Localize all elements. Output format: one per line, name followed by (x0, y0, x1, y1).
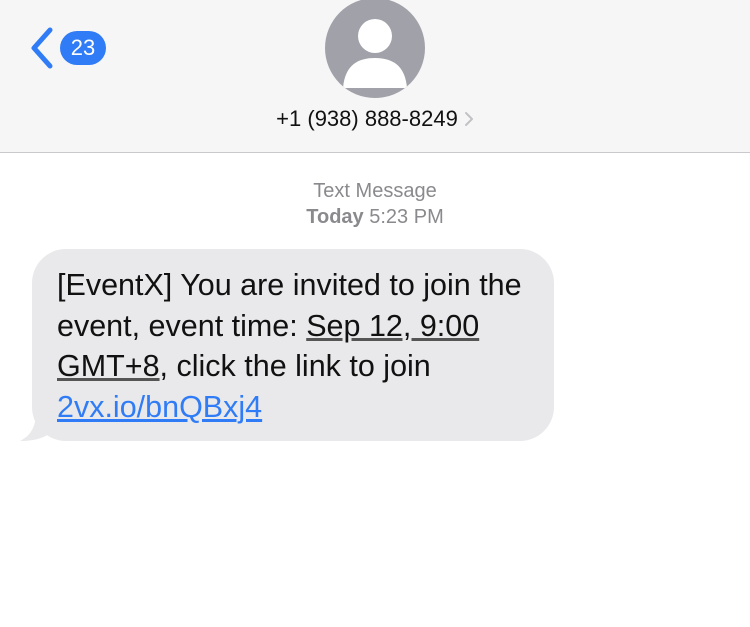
chevron-right-icon (464, 111, 473, 126)
timestamp-time: 5:23 PM (369, 206, 444, 228)
person-silhouette-icon (343, 19, 407, 88)
contact-number: +1 (938) 888-8249 (276, 106, 458, 131)
message-text-middle: , click the link to join (159, 349, 431, 383)
service-label: Text Message (313, 180, 437, 202)
contact-name-button[interactable]: +1 (938) 888-8249 (0, 106, 750, 132)
conversation-meta: Text Message Today 5:23 PM (0, 178, 750, 230)
timestamp-day: Today (306, 206, 364, 228)
message-group: [EventX] You are invited to join the eve… (20, 249, 554, 441)
contact-avatar[interactable] (325, 0, 425, 98)
incoming-message-bubble[interactable]: [EventX] You are invited to join the eve… (32, 249, 554, 441)
chevron-left-icon (31, 27, 53, 69)
back-button[interactable]: 23 (28, 24, 106, 72)
unread-count-badge: 23 (60, 31, 106, 65)
navigation-header: 23 +1 (938) 888-8249 (0, 0, 750, 153)
timestamp: Today 5:23 PM (0, 204, 750, 230)
message-url-link[interactable]: 2vx.io/bnQBxj4 (57, 390, 262, 424)
